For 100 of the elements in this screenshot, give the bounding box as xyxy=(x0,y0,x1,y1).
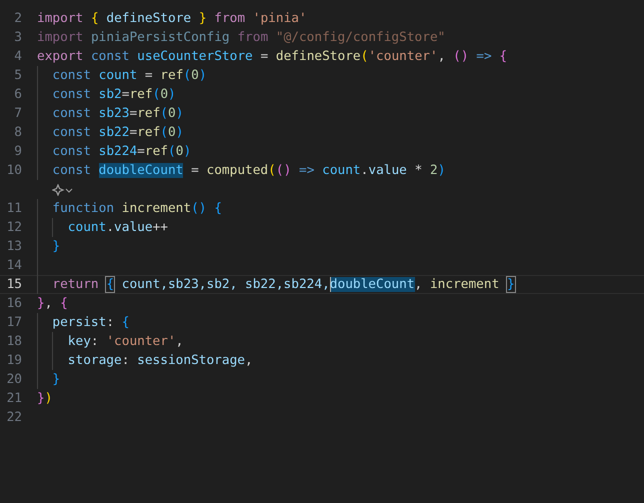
code-token: defineStore xyxy=(276,49,361,64)
code-token: => xyxy=(298,163,314,178)
code-token: key xyxy=(68,334,91,349)
code-token: , xyxy=(44,296,54,311)
code-token: ref xyxy=(160,68,184,83)
code-token: ) xyxy=(183,144,192,159)
code-token: return xyxy=(52,277,100,292)
code-token: sb2 xyxy=(98,87,122,102)
line-number: 19 xyxy=(6,353,22,368)
code-token: ) xyxy=(176,125,184,140)
code-token: ( xyxy=(183,68,192,83)
code-token: () xyxy=(276,163,292,178)
code-token: ) xyxy=(168,87,176,102)
code-token: increment xyxy=(120,201,192,216)
line-number: 22 xyxy=(6,410,22,425)
sparkle-icon[interactable] xyxy=(52,184,74,196)
code-token: * xyxy=(414,163,424,178)
code-token: : xyxy=(90,334,100,349)
code-token: } xyxy=(507,277,515,292)
code-token: = xyxy=(144,68,154,83)
line-number: 3 xyxy=(13,30,22,45)
code-token: const xyxy=(52,106,91,121)
code-token: value xyxy=(114,220,153,235)
code-token: } xyxy=(52,239,60,254)
code-token: ) xyxy=(44,391,52,406)
code-token: , xyxy=(245,353,253,368)
code-token: 2 xyxy=(430,163,438,178)
code-token: { xyxy=(122,315,130,330)
code-token: count xyxy=(98,68,138,83)
code-token: , xyxy=(176,334,184,349)
code-token: ( xyxy=(168,144,176,159)
code-token: { xyxy=(213,201,222,216)
code-token: sessionStorage xyxy=(137,353,246,368)
code-token: ref xyxy=(129,87,153,102)
code-token: { xyxy=(498,49,508,64)
code-token: ( xyxy=(360,49,368,64)
code-token: ) xyxy=(198,68,207,83)
code-token: persist xyxy=(52,315,106,330)
code-token: count,sb23,sb2, sb22,sb224, xyxy=(120,277,330,292)
code-token: count xyxy=(68,220,106,235)
code-token: storage xyxy=(68,353,122,368)
code-token: = xyxy=(137,144,145,159)
code-token: = xyxy=(122,87,130,102)
code-token: defineStore xyxy=(105,11,192,26)
code-token: count xyxy=(321,163,361,178)
line-number: 6 xyxy=(13,87,22,102)
code-token: : xyxy=(106,315,116,330)
line-number: 11 xyxy=(6,201,22,216)
line-number: 7 xyxy=(13,106,22,121)
code-token: { xyxy=(90,11,99,26)
code-token: piniaPersistConfig xyxy=(90,30,230,45)
code-token: const xyxy=(52,125,91,140)
code-token: ref xyxy=(137,106,160,121)
code-token: import xyxy=(37,11,84,26)
code-token: const xyxy=(90,49,130,64)
code-token: , xyxy=(438,49,446,64)
code-token: doubleCount xyxy=(98,163,184,178)
line-number: 14 xyxy=(6,258,22,273)
code-token: 0 xyxy=(168,106,176,121)
code-token: ( xyxy=(152,87,160,102)
line-number: 2 xyxy=(13,11,22,26)
code-token: ( xyxy=(160,106,168,121)
code-token: 'counter' xyxy=(368,49,438,64)
code-token: 'pinia' xyxy=(252,11,307,26)
code-token: useCounterStore xyxy=(136,49,253,64)
code-token: = xyxy=(259,49,270,64)
line-number: 8 xyxy=(13,125,22,140)
line-number: 20 xyxy=(6,372,22,387)
code-token: ( xyxy=(268,163,276,178)
code-token: => xyxy=(475,49,492,64)
code-token: } xyxy=(37,391,45,406)
code-token: 0 xyxy=(191,68,199,83)
code-token: } xyxy=(198,11,207,26)
code-token: const xyxy=(52,144,91,159)
code-token: sb23 xyxy=(98,106,130,121)
line-number: 12 xyxy=(6,220,22,235)
code-token: "@/config/configStore" xyxy=(274,30,446,45)
line-number: 9 xyxy=(13,144,22,159)
code-token: value xyxy=(368,163,407,178)
code-token: = xyxy=(129,125,138,140)
line-number: 4 xyxy=(13,49,22,64)
code-token: 0 xyxy=(176,144,184,159)
code-token: . xyxy=(360,163,368,178)
code-token: ( xyxy=(160,125,168,140)
line-number: 17 xyxy=(6,315,22,330)
code-token: 0 xyxy=(168,125,176,140)
code-token: ) xyxy=(176,106,184,121)
line-number: 16 xyxy=(6,296,22,311)
code-token: () xyxy=(191,201,206,216)
code-token: () xyxy=(453,49,469,64)
code-token: ref xyxy=(137,125,160,140)
code-token: : xyxy=(122,353,130,368)
code-token: increment xyxy=(430,277,500,292)
code-token: } xyxy=(37,296,45,311)
code-token: = xyxy=(129,106,138,121)
code-token: { xyxy=(60,296,68,311)
code-token: function xyxy=(52,201,114,216)
code-token: ) xyxy=(438,163,446,178)
code-token: sb224 xyxy=(98,144,138,159)
code-token: . xyxy=(106,220,114,235)
